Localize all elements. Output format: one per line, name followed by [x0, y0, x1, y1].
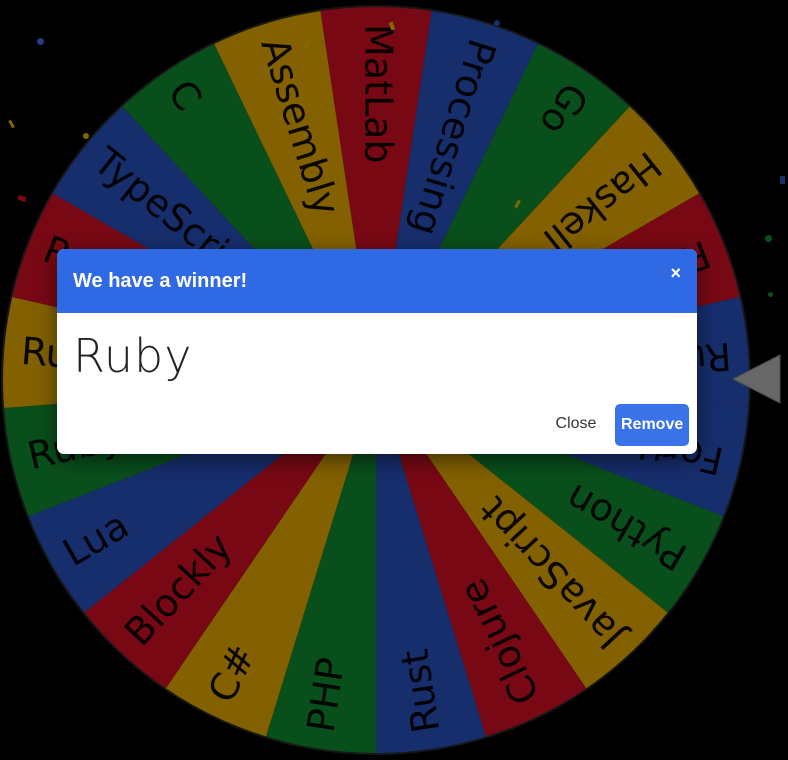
close-button[interactable]: Close — [543, 404, 609, 444]
dialog-title: We have a winner! — [73, 270, 248, 292]
winner-dialog: We have a winner! × Ruby Close Remove — [57, 249, 697, 454]
remove-button[interactable]: Remove — [615, 404, 689, 446]
winner-name: Ruby — [73, 329, 193, 383]
dialog-header: We have a winner! × — [57, 249, 697, 313]
close-icon[interactable]: × — [670, 263, 681, 283]
